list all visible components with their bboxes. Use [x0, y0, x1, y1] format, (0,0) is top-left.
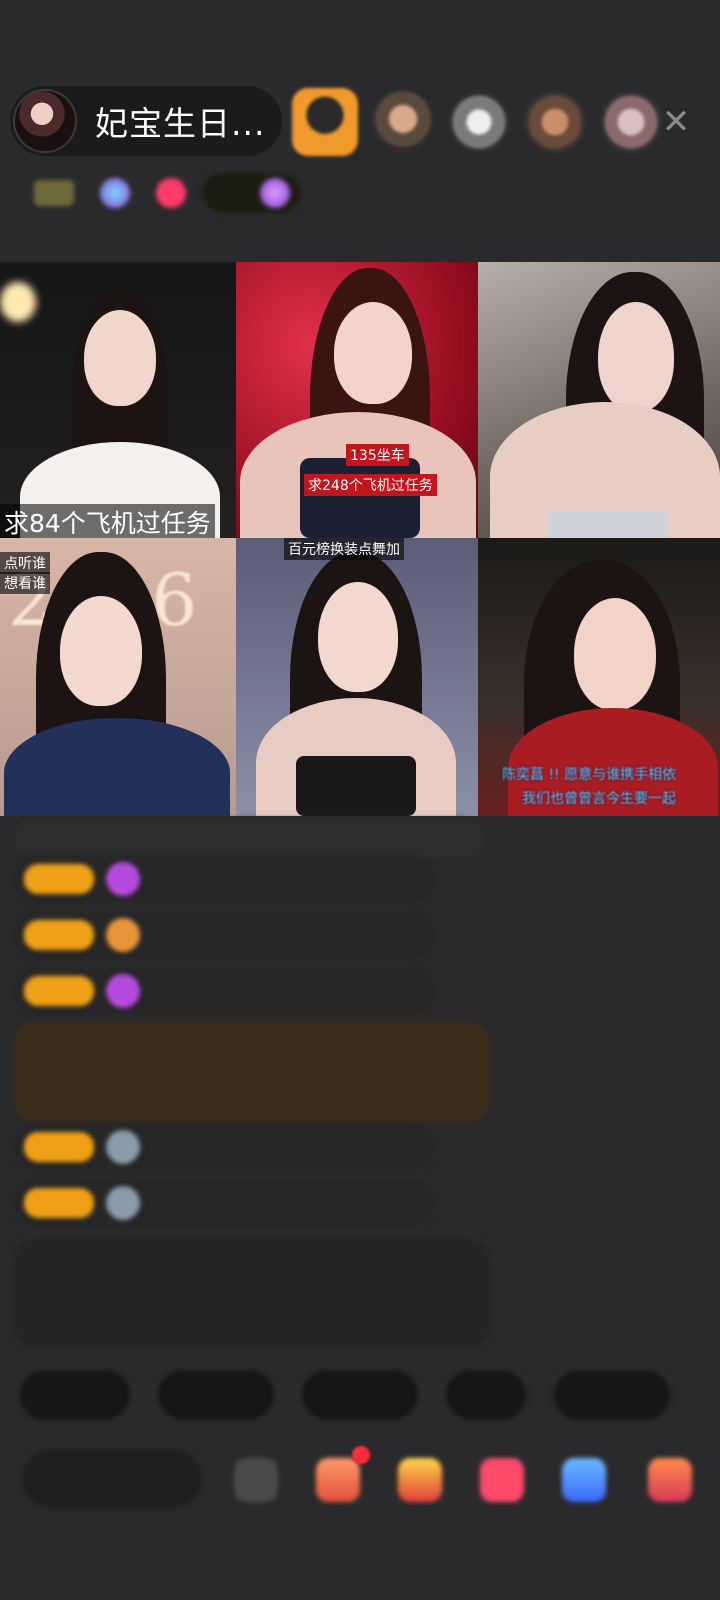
- viewer-avatar[interactable]: [524, 91, 586, 153]
- rank-badge: [34, 180, 74, 206]
- stream-tile[interactable]: 135坐车 求248个飞机过任务: [236, 262, 478, 538]
- quick-action-button[interactable]: [302, 1370, 418, 1420]
- stream-lyrics: 陈奕菖 !! 愿意与谁携手相依: [502, 767, 677, 783]
- host-avatar[interactable]: [13, 89, 77, 153]
- stream-tile[interactable]: 2026 点听谁 想看谁: [0, 538, 236, 816]
- viewer-avatar[interactable]: [448, 91, 510, 153]
- stream-lyrics: 我们也曾曾言今生要一起: [522, 791, 676, 807]
- chat-input[interactable]: [22, 1450, 202, 1508]
- stream-tile[interactable]: 求84个飞机过任务: [0, 262, 236, 538]
- stream-caption: 想看谁: [0, 572, 50, 594]
- level-badge: [24, 920, 94, 950]
- level-badge: [24, 976, 94, 1006]
- close-icon[interactable]: ✕: [656, 102, 696, 142]
- gem-icon: [106, 918, 140, 952]
- stream-caption: 135坐车: [346, 444, 409, 466]
- quick-action-button[interactable]: [158, 1370, 274, 1420]
- chat-message[interactable]: [14, 818, 484, 858]
- stream-tile[interactable]: 陈奕菖 !! 愿意与谁携手相依 我们也曾曾言今生要一起: [478, 538, 720, 816]
- quick-action-button[interactable]: [446, 1370, 526, 1420]
- emoji-icon[interactable]: [234, 1458, 278, 1502]
- gem-icon: [106, 1186, 140, 1220]
- level-badge: [24, 1188, 94, 1218]
- multi-stream-grid: 求84个飞机过任务 135坐车 求248个飞机过任务 2026 点听谁 想看谁 …: [0, 262, 720, 816]
- notification-dot: [352, 1446, 370, 1464]
- stream-tile[interactable]: 百元榜换装点舞加: [236, 538, 478, 816]
- chat-message[interactable]: [14, 968, 434, 1014]
- rank-bar: [18, 168, 688, 218]
- stream-caption: 点听谁: [0, 552, 50, 574]
- stream-caption: 百元榜换装点舞加: [284, 538, 404, 560]
- level-badge: [24, 864, 94, 894]
- gem-icon: [106, 862, 140, 896]
- top-viewers: [292, 88, 676, 156]
- gem-icon: [106, 1130, 140, 1164]
- gift-icon: [260, 178, 290, 208]
- heart-icon[interactable]: [480, 1458, 524, 1502]
- level-badge: [24, 1132, 94, 1162]
- viewer-avatar[interactable]: [292, 88, 358, 156]
- stream-tile[interactable]: [478, 262, 720, 538]
- viewer-avatar[interactable]: [372, 91, 434, 153]
- chat-message[interactable]: [14, 856, 434, 902]
- lucky-bag-icon[interactable]: [398, 1458, 442, 1502]
- chat-message[interactable]: [14, 1124, 434, 1170]
- rank-left[interactable]: [18, 178, 186, 208]
- gift-icon[interactable]: [648, 1458, 692, 1502]
- gift-box-icon[interactable]: [316, 1458, 360, 1502]
- gem-icon: [106, 974, 140, 1008]
- chat-message[interactable]: [14, 1180, 434, 1226]
- quick-actions: [20, 1370, 698, 1420]
- quick-action-button[interactable]: [20, 1370, 130, 1420]
- heart-icon: [156, 178, 186, 208]
- host-profile-pill[interactable]: 妃宝生日...: [10, 86, 282, 156]
- viewer-avatar[interactable]: [600, 91, 662, 153]
- hot-icon: [100, 178, 130, 208]
- host-name: 妃宝生日...: [95, 104, 266, 143]
- rank-tags[interactable]: [202, 173, 300, 213]
- announcement: [14, 1238, 490, 1348]
- chat-message[interactable]: [14, 912, 434, 958]
- stream-caption: 求248个飞机过任务: [304, 474, 437, 496]
- quick-action-button[interactable]: [554, 1370, 670, 1420]
- system-message[interactable]: [14, 1022, 490, 1122]
- share-icon[interactable]: [562, 1458, 606, 1502]
- stream-caption: 求84个飞机过任务: [0, 504, 215, 538]
